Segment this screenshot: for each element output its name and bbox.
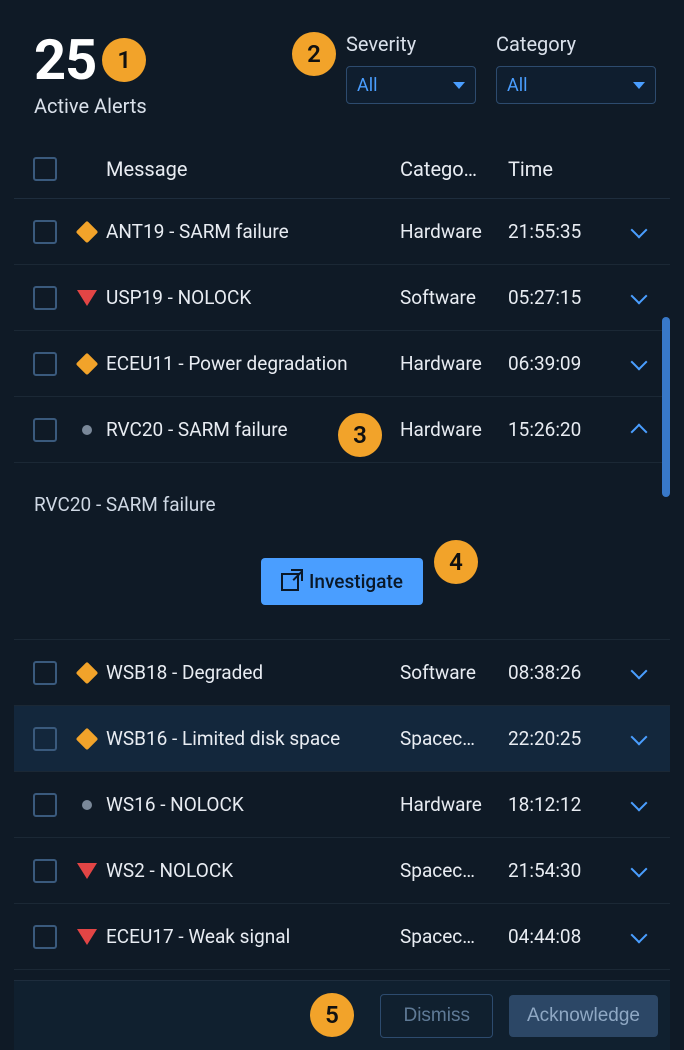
row-checkbox[interactable] [33,352,57,376]
table-row[interactable]: WSB16 - Limited disk spaceSpacec…22:20:2… [14,706,670,772]
expand-toggle[interactable] [631,221,648,238]
standby-icon [82,425,92,435]
expand-toggle[interactable] [631,287,648,304]
table-row[interactable]: USP19 - NOLOCKSoftware05:27:15 [14,265,670,331]
alert-category: Hardware [400,418,508,441]
active-alerts-label: Active Alerts [34,94,147,118]
alert-category: Software [400,661,508,684]
select-all-checkbox[interactable] [33,157,57,181]
table-row[interactable]: ANT19 - SARM failureHardware21:55:35 [14,199,670,265]
alert-message: WSB18 - Degraded [106,660,400,686]
row-checkbox[interactable] [33,661,57,685]
alert-message: USP19 - NOLOCK [106,285,400,311]
alert-time: 18:12:12 [508,793,620,816]
alert-category: Spacec… [400,925,508,948]
alert-message: WSB16 - Limited disk space [106,726,400,752]
critical-icon [77,863,97,879]
critical-icon [77,290,97,306]
alerts-table-body: ANT19 - SARM failureHardware21:55:35USP1… [14,198,670,980]
alert-category: Spacec… [400,727,508,750]
alert-time: 04:44:08 [508,925,620,948]
alert-time: 06:39:09 [508,352,620,375]
alert-message: WS16 - NOLOCK [106,792,400,818]
row-checkbox[interactable] [33,220,57,244]
alert-message: WS2 - NOLOCK [106,858,400,884]
investigate-button[interactable]: Investigate [261,558,423,605]
alert-message: ECEU17 - Weak signal [106,924,400,950]
table-row[interactable]: ECEU17 - Weak signalSpacec…04:44:08 [14,904,670,970]
expand-toggle[interactable] [631,662,648,679]
table-row[interactable]: WS2 - NOLOCKSpacec…21:54:30 [14,838,670,904]
severity-filter-value: All [357,75,378,96]
expand-toggle[interactable] [631,423,648,440]
alert-category: Hardware [400,793,508,816]
investigate-label: Investigate [309,570,403,593]
row-checkbox[interactable] [33,418,57,442]
severity-filter-label: Severity [346,32,476,56]
standby-icon [82,800,92,810]
alert-time: 08:38:26 [508,661,620,684]
expand-toggle[interactable] [631,926,648,943]
alert-time: 21:54:30 [508,859,620,882]
annotation-badge-1: 1 [102,38,146,82]
acknowledge-button[interactable]: Acknowledge [509,995,658,1037]
table-header: Message Catego… Time [14,140,670,198]
column-header-time[interactable]: Time [508,157,620,181]
caution-icon [76,727,99,750]
alert-time: 22:20:25 [508,727,620,750]
active-alerts-count: 25 [34,32,96,88]
expand-toggle[interactable] [631,794,648,811]
alert-message: ANT19 - SARM failure [106,219,400,245]
row-detail-panel: RVC20 - SARM failure Investigate [14,463,670,640]
detail-title: RVC20 - SARM failure [34,493,216,516]
table-row[interactable]: WSB18 - DegradedSoftware08:38:26 [14,640,670,706]
caution-icon [76,220,99,243]
external-link-icon [281,573,299,591]
category-filter-value: All [507,75,528,96]
alert-category: Hardware [400,352,508,375]
alert-time: 21:55:35 [508,220,620,243]
column-header-message[interactable]: Message [106,157,400,181]
table-row[interactable]: WS16 - NOLOCKHardware18:12:12 [14,772,670,838]
annotation-badge-5: 5 [310,993,354,1037]
alert-time: 15:26:20 [508,418,620,441]
scrollbar-thumb[interactable] [662,317,670,497]
annotation-badge-2: 2 [292,32,336,76]
caution-icon [76,352,99,375]
alert-category: Spacec… [400,859,508,882]
caution-icon [76,661,99,684]
alert-message: RVC20 - SARM failure [106,417,400,443]
row-checkbox[interactable] [33,925,57,949]
row-checkbox[interactable] [33,286,57,310]
category-filter-select[interactable]: All [496,66,656,104]
active-alerts-summary: 25 1 Active Alerts [34,32,147,118]
category-filter-label: Category [496,32,656,56]
expand-toggle[interactable] [631,860,648,877]
column-header-category[interactable]: Catego… [400,157,508,181]
row-checkbox[interactable] [33,859,57,883]
alert-message: ECEU11 - Power degradation [106,351,400,377]
alert-category: Hardware [400,220,508,243]
critical-icon [77,929,97,945]
row-checkbox[interactable] [33,727,57,751]
table-row[interactable]: RVC20 - SARM failureHardware15:26:20 [14,397,670,463]
chevron-down-icon [453,82,465,89]
severity-filter-select[interactable]: All [346,66,476,104]
table-row[interactable]: ECEU11 - Power degradationHardware06:39:… [14,331,670,397]
chevron-down-icon [633,82,645,89]
alert-time: 05:27:15 [508,286,620,309]
expand-toggle[interactable] [631,728,648,745]
alert-category: Software [400,286,508,309]
expand-toggle[interactable] [631,353,648,370]
row-checkbox[interactable] [33,793,57,817]
dismiss-button[interactable]: Dismiss [380,994,493,1038]
